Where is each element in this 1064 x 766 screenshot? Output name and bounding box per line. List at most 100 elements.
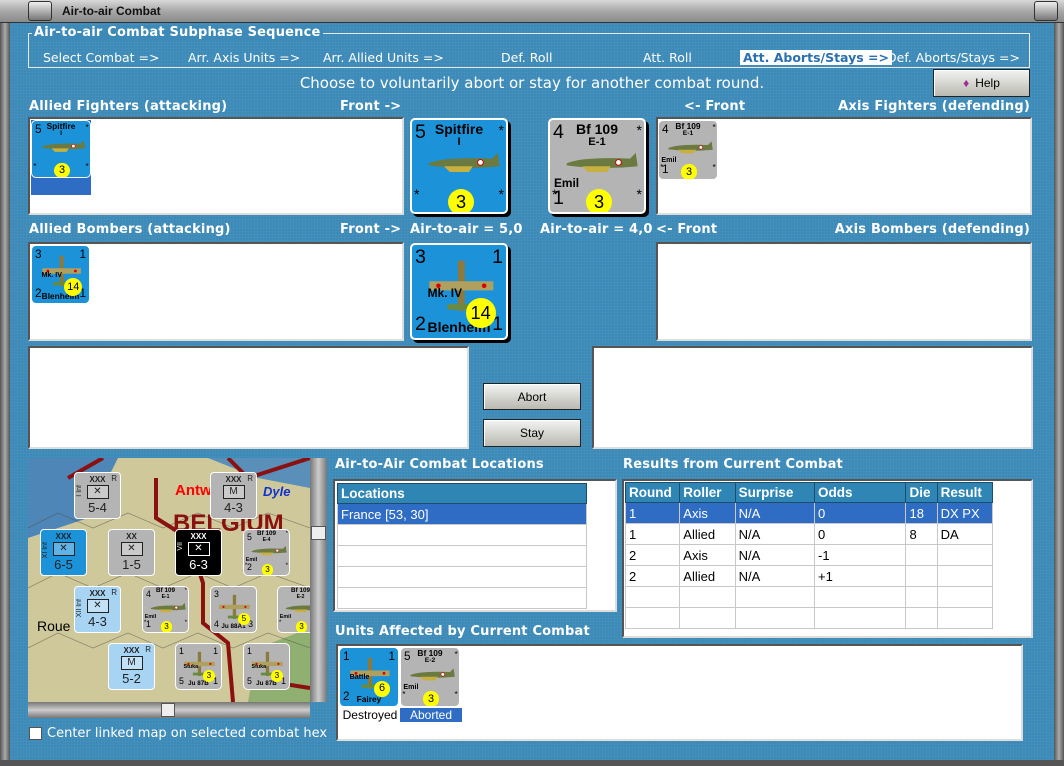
allied-fighters-label: Allied Fighters (attacking) bbox=[29, 99, 228, 114]
allied-info-box bbox=[28, 346, 469, 449]
unit-strength: 1-5 bbox=[122, 557, 141, 572]
unit-designation: VII bbox=[177, 542, 184, 551]
map-air-unit[interactable]: 5 2 Bf 109 E-4 * * * Emil 3 bbox=[243, 529, 290, 576]
counter-name: Bf 109 bbox=[291, 586, 310, 594]
window-frame-right bbox=[1054, 23, 1064, 766]
counter-sub: E-1 bbox=[588, 136, 606, 148]
map-air-unit[interactable]: 1 1 5 1 Stuka Ju 87B 3 bbox=[175, 643, 222, 690]
results-col-roller[interactable]: Roller bbox=[679, 482, 736, 503]
star-icon: * bbox=[33, 160, 37, 171]
map-ground-unit[interactable]: XX ✕ 1-5 bbox=[108, 529, 155, 576]
results-col-die[interactable]: Die bbox=[905, 482, 938, 503]
star-icon: * bbox=[184, 618, 188, 626]
window-close-button[interactable] bbox=[1034, 1, 1058, 21]
location-row-empty bbox=[337, 587, 587, 609]
results-row[interactable]: 1 Axis N/A 0 18 DX PX bbox=[624, 502, 994, 524]
affected-status-label: Aborted bbox=[400, 708, 462, 722]
window-menu-button[interactable] bbox=[28, 1, 52, 21]
map-ground-unit[interactable]: XXX M 4-3 R bbox=[210, 472, 257, 519]
locations-list: Locations France [53, 30] bbox=[333, 479, 617, 612]
map-ground-unit[interactable]: XXX M 5-2 R bbox=[108, 643, 155, 690]
map-place-rouen: Roue bbox=[37, 618, 71, 634]
counter-label: Mk. IV bbox=[41, 270, 63, 279]
front-left-label: <- Front bbox=[684, 99, 746, 114]
star-icon: * bbox=[712, 162, 716, 172]
help-button[interactable]: ♦ Help bbox=[933, 69, 1030, 97]
map-ground-unit[interactable]: XXX ✕ 5-4 I Inf R bbox=[74, 472, 121, 519]
results-col-result[interactable]: Result bbox=[936, 482, 994, 503]
star-icon: * bbox=[85, 121, 89, 132]
locations-header[interactable]: Locations bbox=[337, 483, 587, 504]
subphase-sequence-title: Air-to-air Combat Subphase Sequence bbox=[32, 25, 323, 40]
results-col-surprise[interactable]: Surprise bbox=[734, 482, 816, 503]
axis-bombers-list[interactable] bbox=[656, 242, 1032, 341]
unit-counter-blenheim[interactable]: 3 1 2 1 Mk. IV Blenheim 14 bbox=[31, 245, 90, 304]
results-col-odds[interactable]: Odds bbox=[813, 482, 907, 503]
active-counter-blenheim[interactable]: 3 1 2 1 Mk. IV Blenheim 14 bbox=[410, 243, 508, 340]
abort-button[interactable]: Abort bbox=[483, 383, 581, 410]
help-label: Help bbox=[975, 76, 1000, 90]
counter-sub: E-4 bbox=[262, 536, 271, 543]
strength-circle: 3 bbox=[261, 563, 274, 575]
results-row[interactable]: 2 Axis N/A -1 bbox=[624, 544, 994, 566]
counter-sub: E-2 bbox=[296, 593, 305, 600]
fighter-plane-icon bbox=[668, 141, 713, 154]
map-ground-unit[interactable]: XXX ✕ 6-5 XI Inf bbox=[40, 529, 87, 576]
counter-label: Mk. IV bbox=[427, 285, 463, 300]
unit-reserve-flag: R bbox=[111, 474, 117, 483]
affected-counter-battle[interactable]: 1 1 2 Battle Fairey 6 bbox=[339, 647, 399, 707]
map-ground-unit[interactable]: XXX ✕ 4-3 XII Inf R bbox=[74, 586, 121, 633]
unit-type-symbol-icon: ✕ bbox=[52, 542, 75, 556]
map-air-unit[interactable]: 1 5 1 Stuka Ju 87B 3 bbox=[243, 643, 290, 690]
strength-circle: 3 bbox=[586, 189, 612, 212]
star-icon: * bbox=[244, 561, 248, 569]
counter-label: Emil bbox=[144, 614, 157, 621]
center-map-checkbox[interactable] bbox=[29, 727, 42, 740]
locations-title: Air-to-Air Combat Locations bbox=[335, 457, 544, 472]
affected-title: Units Affected by Current Combat bbox=[335, 624, 590, 639]
strength-circle: 3 bbox=[423, 691, 439, 706]
strength-circle: 6 bbox=[374, 681, 390, 697]
strength-circle: 3 bbox=[448, 189, 474, 212]
unit-counter-spitfire[interactable]: 5 Spitfire I * * * 3 bbox=[31, 120, 91, 178]
active-counter-bf109[interactable]: 4 1 Bf 109 E-1 * * * Emil 3 bbox=[548, 118, 646, 214]
map-vertical-scroll-thumb[interactable] bbox=[311, 526, 326, 540]
map-horizontal-scrollbar[interactable] bbox=[28, 702, 310, 718]
subphase-step-3: Arr. Allied Units => bbox=[323, 50, 444, 65]
results-row[interactable]: 1 Allied N/A 0 8 DA bbox=[624, 523, 994, 545]
star-icon: * bbox=[285, 530, 289, 538]
map-air-unit[interactable]: 3 4 3 Ju 88A1 5 bbox=[210, 586, 257, 633]
location-row[interactable]: France [53, 30] bbox=[337, 503, 587, 525]
counter-sub: I bbox=[60, 130, 62, 138]
results-row[interactable]: 2 Allied N/A +1 bbox=[624, 565, 994, 587]
unit-type-symbol-icon: ✕ bbox=[86, 599, 109, 613]
title-bar: Air-to-air Combat bbox=[0, 0, 1064, 23]
affected-counter-bf109e2[interactable]: 5 Bf 109 E-2 * * * Emil 3 bbox=[400, 647, 460, 707]
star-icon: * bbox=[278, 618, 282, 626]
map-vertical-scrollbar[interactable] bbox=[310, 458, 327, 702]
map-air-unit[interactable]: Bf 109E-2***Emil3 bbox=[277, 586, 310, 633]
window-frame-bottom bbox=[0, 760, 1064, 766]
mini-map[interactable]: Antw Dyle BELGIUM Roue XXX ✕ 5-4 I Inf R… bbox=[28, 458, 310, 702]
star-icon: * bbox=[285, 561, 289, 569]
unit-type-symbol-icon: M bbox=[222, 485, 245, 499]
subphase-step-4: Def. Roll bbox=[501, 50, 553, 65]
window-title: Air-to-air Combat bbox=[62, 4, 161, 18]
allied-air-to-air-value: Air-to-air = 5,0 bbox=[410, 222, 523, 237]
location-row-empty bbox=[337, 566, 587, 588]
unit-counter-bf109[interactable]: 4 1 Bf 109 E-1 * * * Emil 3 bbox=[658, 120, 718, 180]
subphase-step-5: Att. Roll bbox=[643, 50, 692, 65]
star-icon: * bbox=[498, 122, 504, 138]
front-right-label: Front -> bbox=[340, 99, 402, 114]
map-horizontal-scroll-thumb[interactable] bbox=[161, 703, 175, 717]
map-air-unit[interactable]: 4 1 Bf 109 E-1 * * * Emil 3 bbox=[142, 586, 189, 633]
results-col-round[interactable]: Round bbox=[624, 482, 681, 503]
center-map-checkbox-label: Center linked map on selected combat hex bbox=[47, 726, 328, 741]
active-counter-spitfire[interactable]: 5 Spitfire I * * * 3 bbox=[410, 118, 508, 214]
stay-button[interactable]: Stay bbox=[483, 419, 581, 447]
map-ground-unit[interactable]: XXX ✕ 6-3 VII bbox=[175, 529, 222, 576]
counter-label: Stuka bbox=[183, 663, 199, 670]
counter-sub: E-2 bbox=[424, 657, 436, 665]
help-book-icon: ♦ bbox=[963, 76, 970, 90]
fighter-plane-icon bbox=[566, 152, 638, 172]
